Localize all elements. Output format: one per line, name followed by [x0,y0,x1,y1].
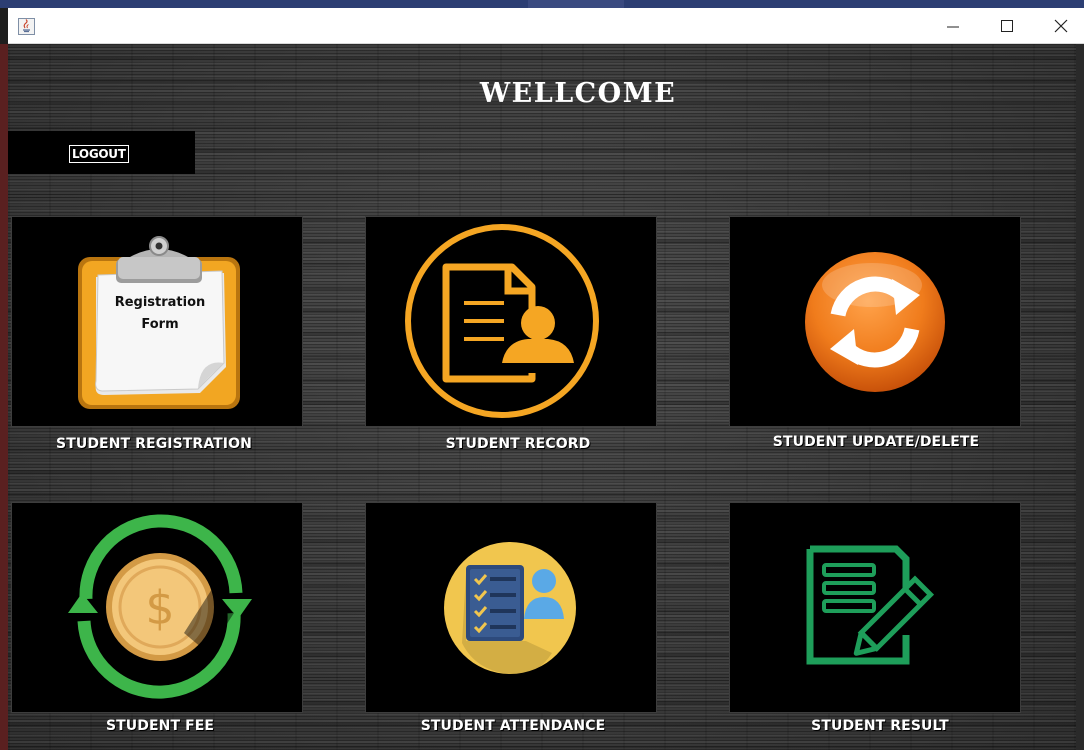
window-edge-left [0,44,8,750]
close-button[interactable] [1034,8,1084,44]
minimize-button[interactable] [926,8,980,44]
student-record-label: STUDENT RECORD [445,436,591,452]
student-fee-label: STUDENT FEE [105,718,215,734]
logout-button[interactable]: LOGOUT [69,145,129,163]
student-attendance-label: STUDENT ATTENDANCE [420,718,606,734]
student-update-delete-tile[interactable] [729,216,1021,427]
top-strip [0,0,1084,8]
maximize-button[interactable] [980,8,1034,44]
student-result-tile[interactable] [729,502,1021,713]
student-update-delete-label: STUDENT UPDATE/DELETE [772,434,980,450]
logout-panel: LOGOUT [8,131,195,174]
window-edge-right [1076,44,1084,750]
student-registration-label: STUDENT REGISTRATION [56,436,252,452]
minimize-icon [947,26,959,28]
result-document-pencil-icon [806,545,935,665]
coin-dollar-cycle-icon: $ [68,514,252,699]
welcome-title: WELLCOME [479,78,677,109]
student-result-label: STUDENT RESULT [811,718,949,734]
taskbar-tab [528,0,624,8]
maximize-icon [1001,20,1013,32]
form-icon-text-line-1: Registration [115,295,206,310]
close-icon [1054,19,1068,33]
svg-text:$: $ [145,581,174,635]
student-record-tile[interactable] [365,216,657,427]
registration-form-clipboard-icon: Registration Form [78,236,240,409]
java-app-icon [18,18,35,35]
student-registration-tile[interactable]: Registration Form [11,216,303,427]
window-titlebar [8,8,1084,44]
dashboard-panel: WELLCOME LOGOUT Registration Form STUDEN… [8,44,1076,750]
attendance-checklist-icon [444,542,576,675]
refresh-arrows-icon [805,252,945,392]
student-fee-tile[interactable]: $ [11,502,303,713]
student-attendance-tile[interactable] [365,502,657,713]
student-record-document-icon [405,224,599,418]
form-icon-text-line-2: Form [141,317,178,332]
